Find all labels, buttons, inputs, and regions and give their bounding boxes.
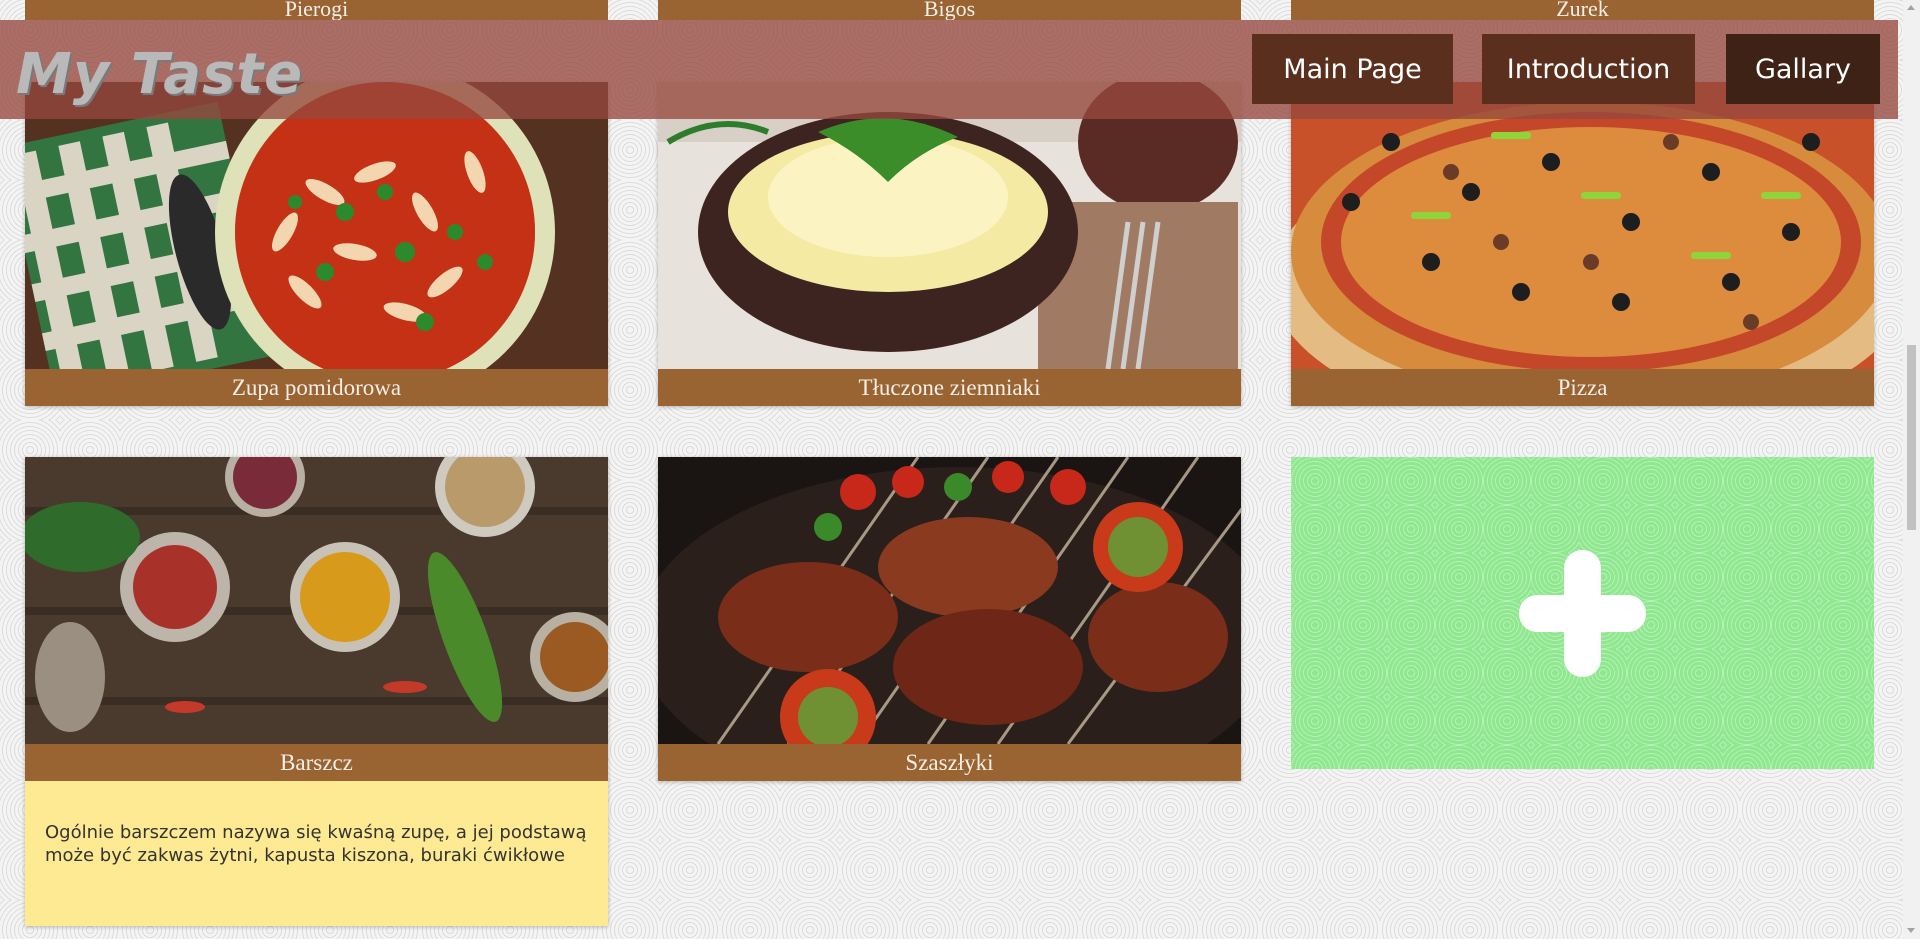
card-caption: Żurek (1291, 0, 1874, 20)
card-caption: Barszcz (25, 744, 608, 781)
plus-icon (1519, 550, 1646, 677)
nav-gallary[interactable]: Gallary (1726, 34, 1880, 104)
card-caption: Tłuczone ziemniaki (658, 369, 1241, 406)
pizza-image (1291, 82, 1874, 369)
card-bigos[interactable]: Bigos (658, 0, 1241, 20)
card-barszcz[interactable]: Barszcz Ogólnie barszczem nazywa się kwa… (25, 457, 608, 926)
card-szaszlyki[interactable]: Szaszłyki (658, 457, 1241, 781)
scroll-down-icon[interactable] (1907, 928, 1915, 933)
card-caption: Bigos (658, 0, 1241, 20)
vertical-scrollbar[interactable] (1903, 0, 1920, 939)
card-caption: Szaszłyki (658, 744, 1241, 781)
nav-introduction[interactable]: Introduction (1482, 34, 1695, 104)
card-zurek[interactable]: Żurek (1291, 0, 1874, 20)
card-caption: Pizza (1291, 369, 1874, 406)
scrollbar-thumb[interactable] (1907, 345, 1916, 530)
card-tluczone-ziemniaki[interactable]: Tłuczone ziemniaki (658, 82, 1241, 406)
card-caption: Pierogi (25, 0, 608, 20)
tomato-soup-image (25, 82, 608, 369)
card-description: Ogólnie barszczem nazywa się kwaśną zupę… (25, 781, 608, 926)
card-pierogi[interactable]: Pierogi (25, 0, 608, 20)
nav-main-page[interactable]: Main Page (1252, 34, 1453, 104)
mashed-potatoes-image (658, 82, 1241, 369)
card-pizza[interactable]: Pizza (1291, 82, 1874, 406)
grill-image (658, 457, 1241, 744)
scroll-up-icon[interactable] (1907, 5, 1915, 10)
card-caption: Zupa pomidorowa (25, 369, 608, 406)
add-recipe-button[interactable] (1291, 457, 1874, 769)
site-logo[interactable]: My Taste (16, 42, 303, 107)
card-zupa-pomidorowa[interactable]: Zupa pomidorowa (25, 82, 608, 406)
spices-image (25, 457, 608, 744)
site-header: My Taste Main Page Introduction Gallary (0, 20, 1898, 119)
